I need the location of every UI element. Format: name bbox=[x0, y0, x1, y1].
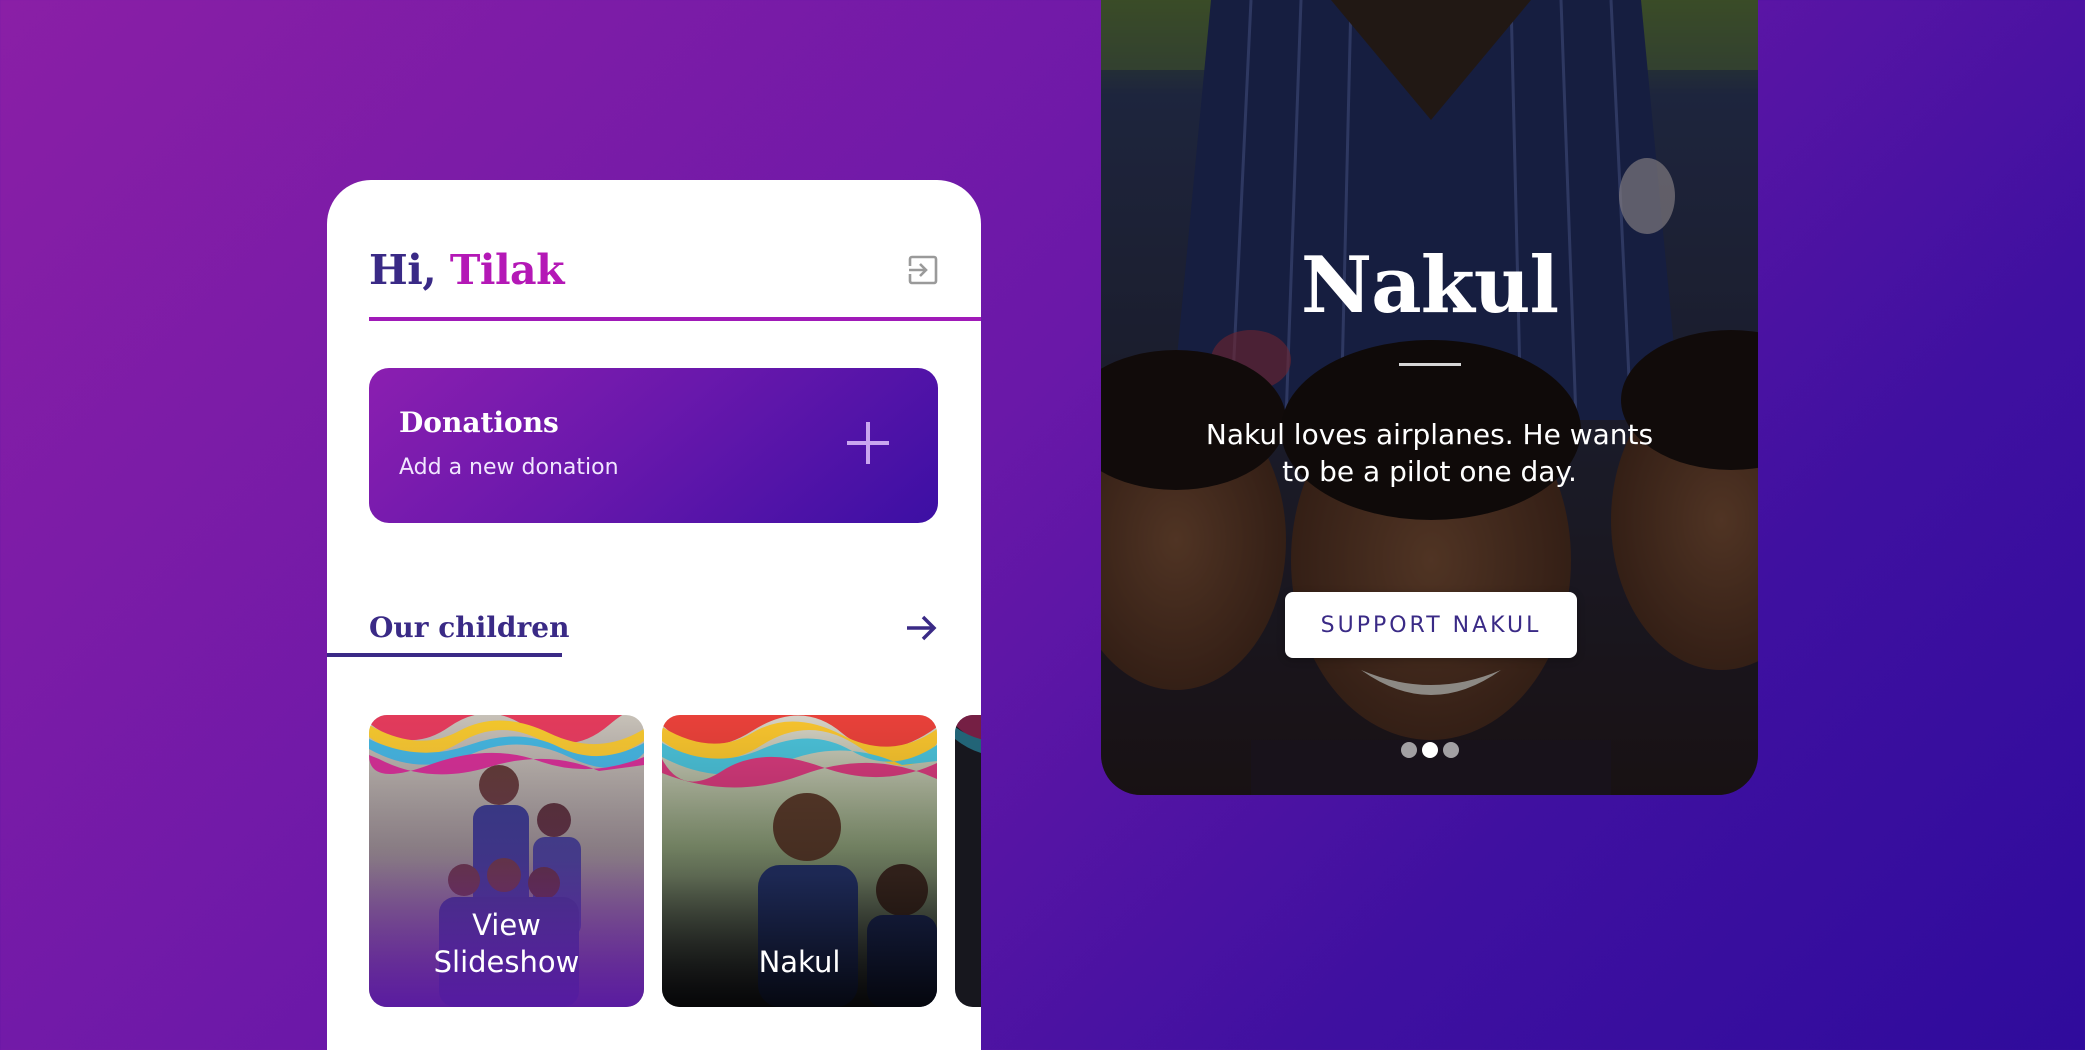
support-child-button[interactable]: SUPPORT NAKUL bbox=[1285, 592, 1577, 658]
logout-icon[interactable] bbox=[907, 254, 939, 286]
slide-dot-2[interactable] bbox=[1421, 742, 1438, 758]
arrow-right-icon[interactable] bbox=[903, 610, 939, 646]
slide-indicator bbox=[1101, 742, 1758, 758]
greeting-underline bbox=[369, 317, 981, 321]
view-slideshow-label: View Slideshow bbox=[433, 908, 580, 979]
view-slideshow-card[interactable]: View Slideshow bbox=[369, 715, 644, 1007]
section-underline bbox=[327, 653, 562, 657]
user-name: Tilak bbox=[449, 246, 565, 294]
donations-subtitle: Add a new donation bbox=[399, 455, 619, 480]
phone-screen: Hi, Tilak Donations Add a new donation O… bbox=[327, 180, 981, 1050]
greeting-heading: Hi, Tilak bbox=[369, 246, 565, 294]
nakul-card-label: Nakul bbox=[758, 945, 841, 979]
add-donation-card[interactable]: Donations Add a new donation bbox=[369, 368, 938, 523]
slide-dot-3[interactable] bbox=[1442, 742, 1459, 758]
child-card-partial[interactable] bbox=[955, 715, 981, 1007]
hero-child-name: Nakul bbox=[1300, 240, 1559, 331]
slide-dot-1[interactable] bbox=[1400, 742, 1417, 758]
hero-children-photo bbox=[1101, 0, 1758, 795]
child-card-nakul[interactable]: Nakul bbox=[662, 715, 937, 1007]
hero-description: Nakul loves airplanes. He wants to be a … bbox=[1205, 418, 1654, 488]
child-photo bbox=[955, 715, 981, 1007]
donations-title: Donations bbox=[399, 406, 559, 439]
child-hero-slide: Nakul Nakul loves airplanes. He wants to… bbox=[1101, 0, 1758, 795]
plus-icon[interactable] bbox=[845, 420, 891, 466]
greeting-prefix: Hi, bbox=[369, 246, 437, 294]
our-children-heading: Our children bbox=[369, 611, 570, 644]
hero-divider bbox=[1399, 363, 1461, 366]
